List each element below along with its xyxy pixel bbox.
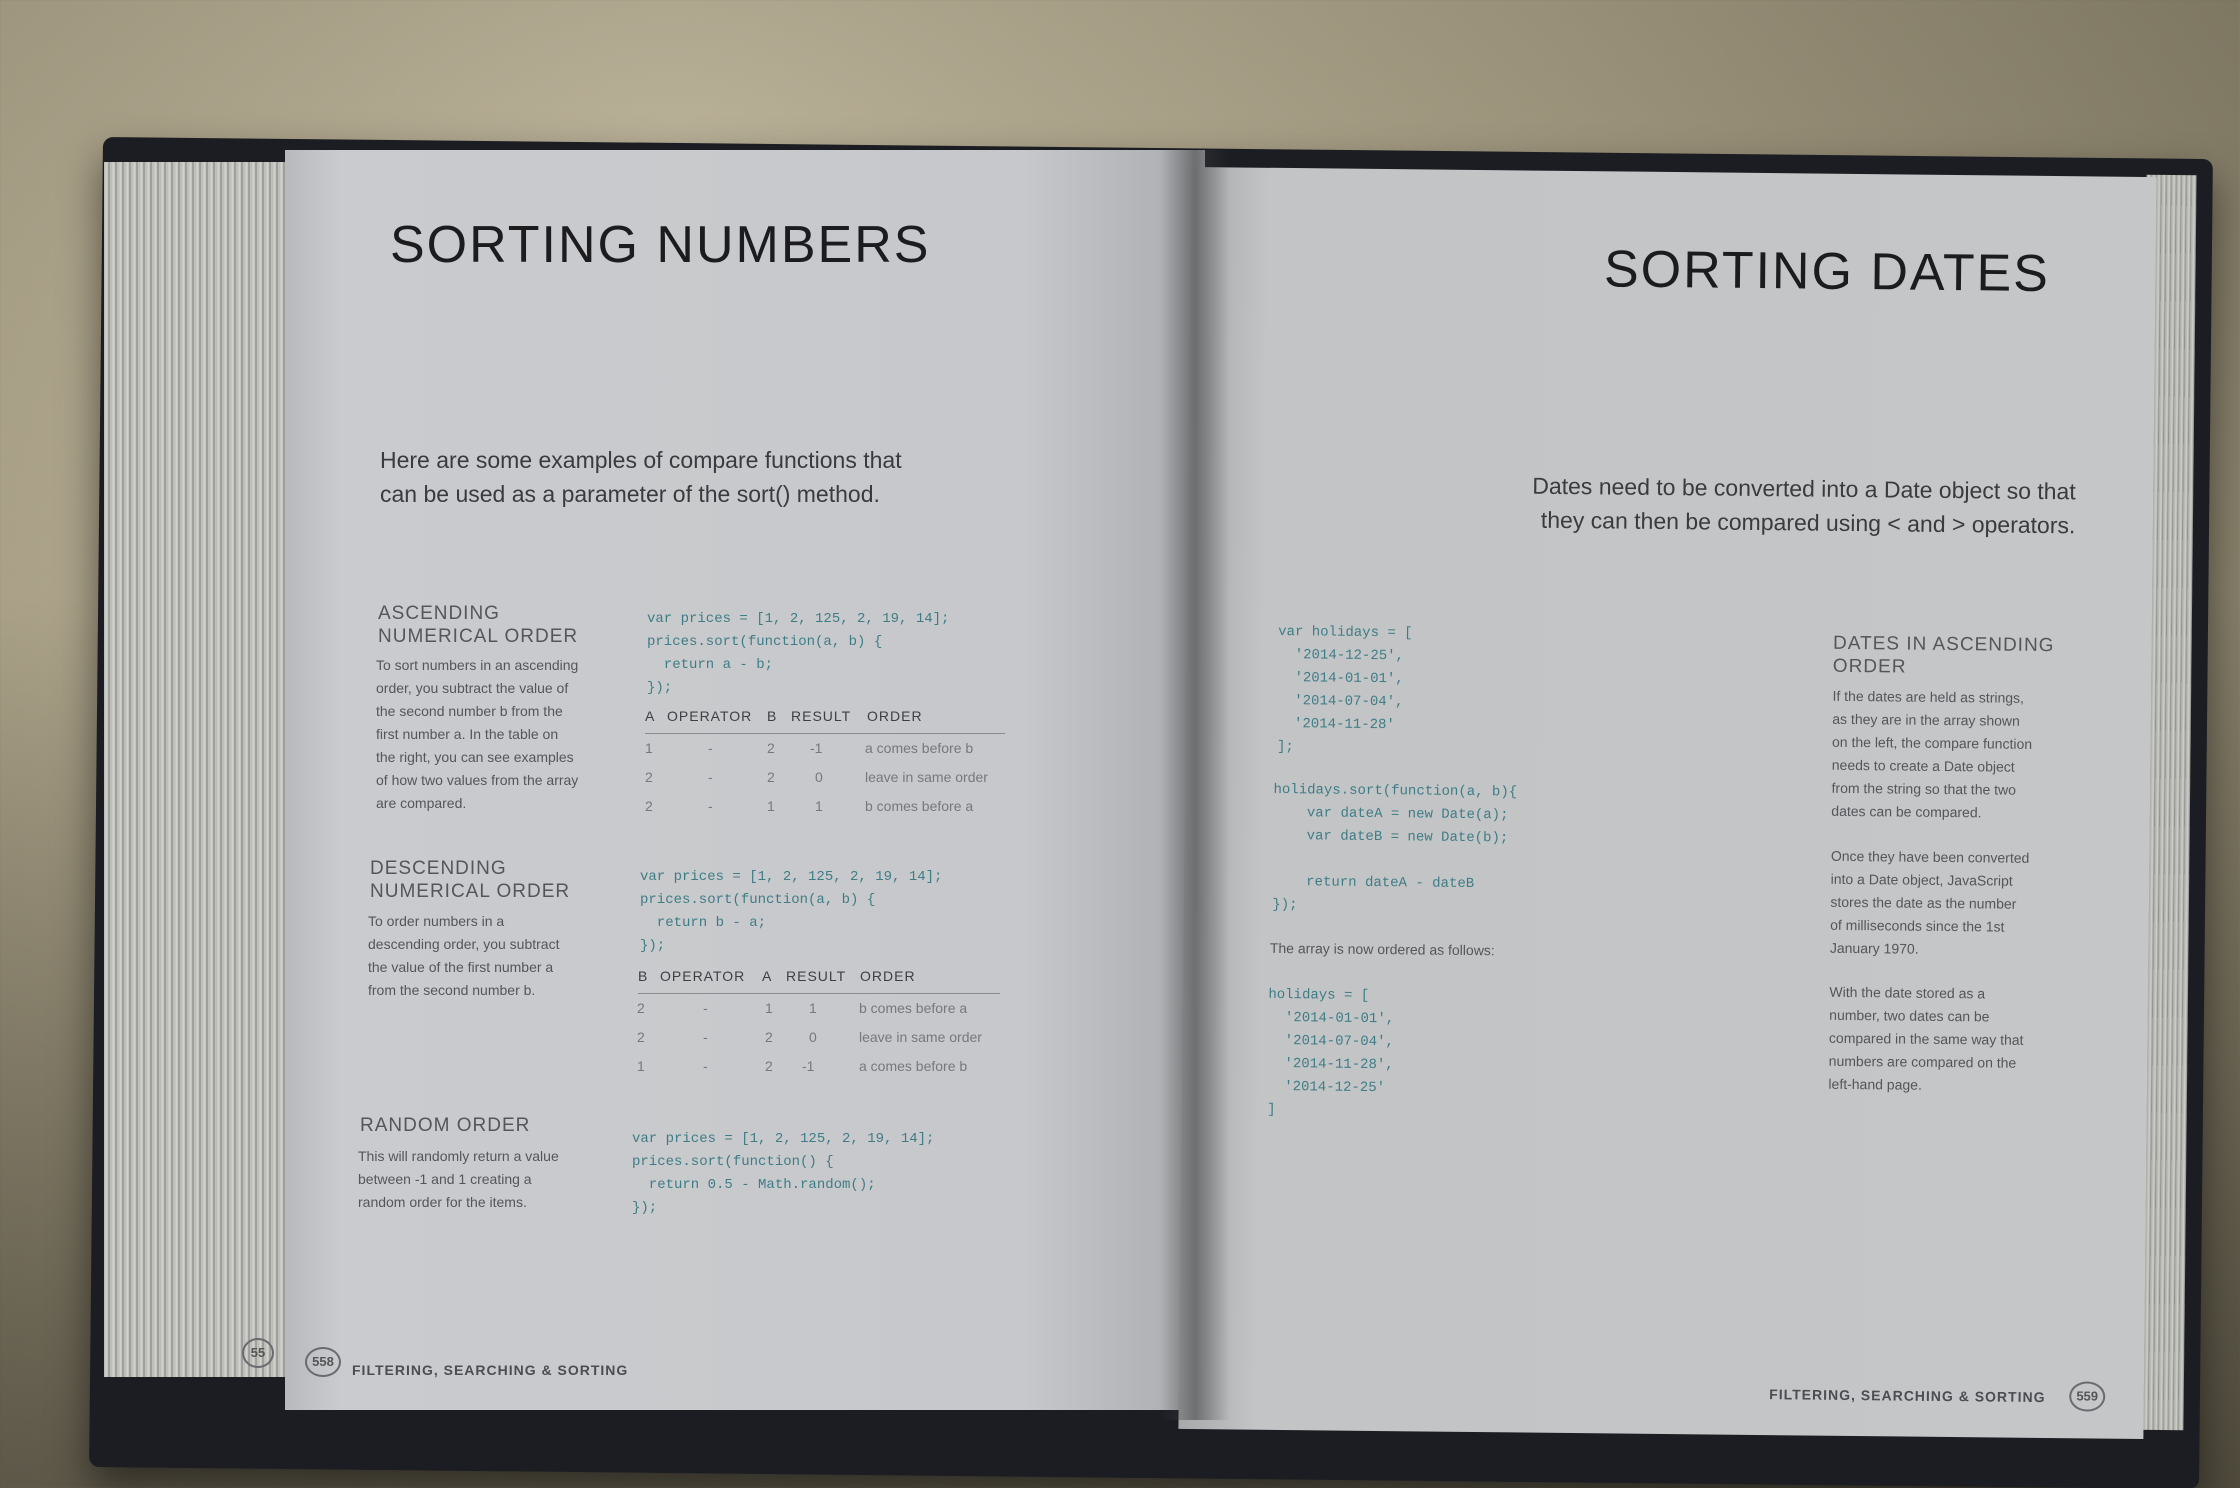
ordered-label: The array is now ordered as follows: [1269,939,1495,959]
dates-para-3: With the date stored as a number, two da… [1828,981,2024,1098]
dates-para-line: left-hand page. [1828,1075,1922,1093]
right-footer-text: FILTERING, SEARCHING & SORTING [1769,1386,2046,1406]
dates-para-line: of milliseconds since the 1st [1830,916,2005,935]
right-intro-line-2: they can then be compared using < and > … [1540,506,2076,539]
dates-para-1: If the dates are held as strings, as the… [1831,685,2032,825]
right-page-content: SORTING DATES Dates need to be converted… [0,0,2240,1488]
dates-para-line: into a Date object, JavaScript [1830,870,2013,889]
right-intro: Dates need to be converted into a Date o… [1493,468,2076,542]
dates-para-line: stores the date as the number [1830,893,2017,912]
dates-para-line: If the dates are held as strings, [1832,687,2025,706]
dates-para-line: With the date stored as a [1829,983,1986,1002]
holidays-sorted-code: holidays = [ '2014-01-01', '2014-07-04',… [1267,986,1395,1118]
dates-para-line: numbers are compared on the [1828,1052,2017,1071]
dates-para-line: dates can be compared. [1831,802,1982,821]
dates-para-line: from the string so that the two [1831,779,2017,798]
dates-para-line: on the left, the compare function [1831,733,2033,752]
holidays-sort-code: holidays.sort(function(a, b){ var dateA … [1272,781,1518,914]
dates-para-line: number, two dates can be [1829,1006,1990,1025]
dates-para-line: January 1970. [1829,939,1919,957]
dates-heading-line-1: DATES IN ASCENDING [1832,632,2055,657]
dates-para-2: Once they have been converted into a Dat… [1830,845,2030,962]
dates-heading-line-2: ORDER [1832,655,1907,678]
dates-para-line: as they are in the array shown [1832,710,2020,729]
holidays-array-code: var holidays = [ '2014-12-25', '2014-01-… [1276,624,1413,756]
dates-ascending-heading: DATES IN ASCENDING ORDER [1833,632,2055,680]
dates-para-line: needs to create a Date object [1831,756,2015,775]
right-page-title: SORTING DATES [1603,240,2051,304]
right-page-number: 559 [2069,1381,2106,1412]
dates-para-line: compared in the same way that [1828,1029,2024,1048]
dates-para-line: Once they have been converted [1830,847,2030,866]
